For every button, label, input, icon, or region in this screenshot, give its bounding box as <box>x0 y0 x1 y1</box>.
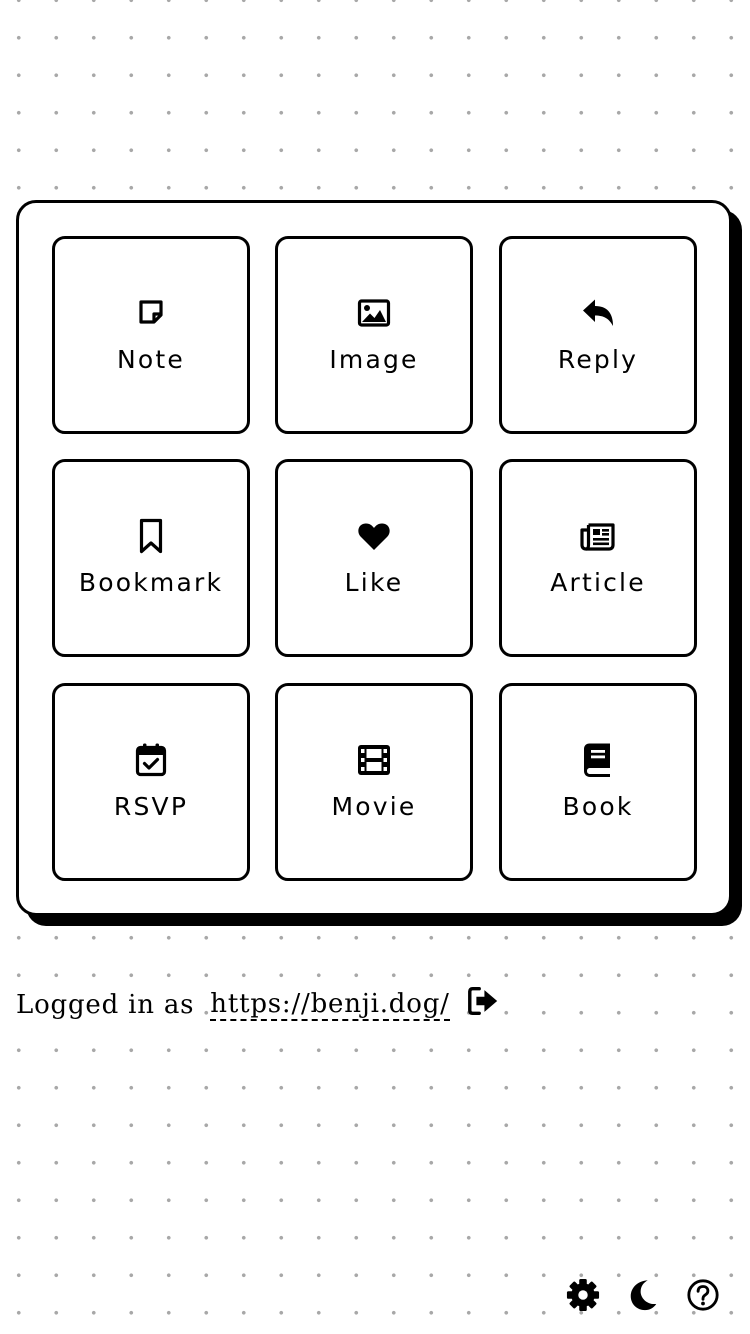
bookmark-label: Bookmark <box>78 568 224 597</box>
reply-label: Reply <box>557 345 639 374</box>
book-button[interactable]: Book <box>499 683 697 881</box>
rsvp-button[interactable]: RSVP <box>52 683 250 881</box>
image-button[interactable]: Image <box>275 236 473 434</box>
sign-out-icon[interactable] <box>466 984 500 1018</box>
sticky-note-icon <box>55 295 247 331</box>
question-circle-icon[interactable] <box>686 1278 720 1312</box>
article-label: Article <box>550 568 646 597</box>
profile-url-link[interactable]: https://benji.dog/ <box>210 989 450 1021</box>
rsvp-label: RSVP <box>113 792 189 821</box>
moon-icon[interactable] <box>626 1278 660 1312</box>
movie-button[interactable]: Movie <box>275 683 473 881</box>
note-label: Note <box>117 345 185 374</box>
like-button[interactable]: Like <box>275 459 473 657</box>
login-status: Logged in as https://benji.dog/ <box>16 985 500 1025</box>
bookmark-icon <box>55 518 247 554</box>
bookmark-button[interactable]: Bookmark <box>52 459 250 657</box>
reply-icon <box>502 295 694 331</box>
book-label: Book <box>562 792 634 821</box>
book-icon <box>502 742 694 778</box>
login-prefix-text: Logged in as <box>16 990 195 1020</box>
footer-toolbar <box>566 1278 720 1312</box>
movie-label: Movie <box>331 792 417 821</box>
image-label: Image <box>329 345 419 374</box>
note-button[interactable]: Note <box>52 236 250 434</box>
post-type-panel: Note Image Reply Bookmark Like Article R… <box>16 200 732 916</box>
article-button[interactable]: Article <box>499 459 697 657</box>
calendar-check-icon <box>55 742 247 778</box>
reply-button[interactable]: Reply <box>499 236 697 434</box>
image-icon <box>278 295 470 331</box>
heart-icon <box>278 518 470 554</box>
newspaper-icon <box>502 518 694 554</box>
gear-icon[interactable] <box>566 1278 600 1312</box>
like-label: Like <box>344 568 404 597</box>
film-icon <box>278 742 470 778</box>
